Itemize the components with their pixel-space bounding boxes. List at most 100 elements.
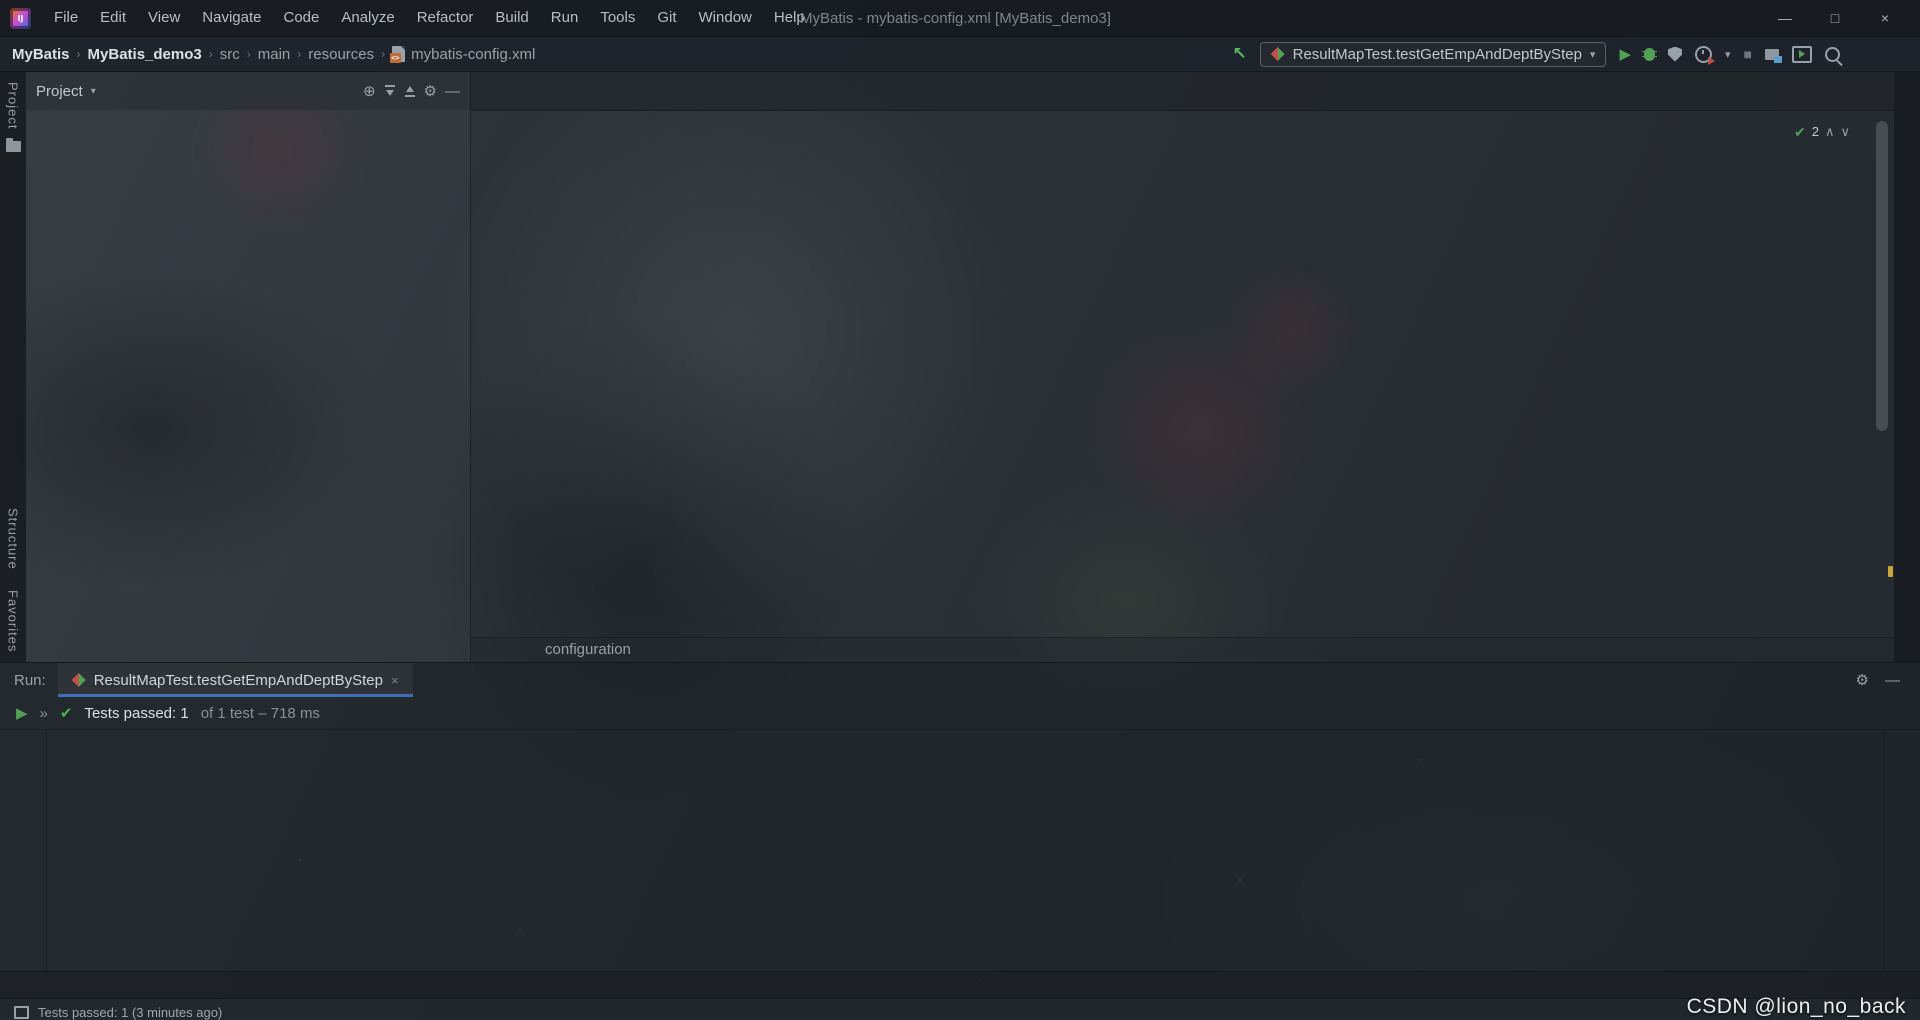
maximize-icon[interactable]: □ [1810,0,1860,36]
breadcrumb-separator: › [247,47,251,61]
intellij-logo-icon: IJ [10,8,31,29]
next-problem-icon[interactable]: ∨ [1840,119,1850,145]
close-icon[interactable]: × [391,673,399,688]
menu-view[interactable]: View [137,0,191,36]
expand-all-icon[interactable] [384,85,396,97]
code-editor[interactable]: ✔ 2 ∧ ∨ [471,111,1894,637]
chevron-down-icon: ▾ [1590,48,1596,61]
stop-icon[interactable]: ■ [1744,46,1752,62]
console-right-toolbar [1883,730,1920,971]
warning-stripe-mark[interactable] [1888,566,1893,577]
run-tab[interactable]: ResultMapTest.testGetEmpAndDeptByStep × [58,663,413,697]
run-window-icon[interactable] [1792,46,1812,63]
inspection-count: 2 [1812,119,1819,145]
console-output [47,730,1883,971]
main-toolbar: MyBatis › MyBatis_demo3 › src › main › resources… [0,36,1920,72]
tool-window-toggle-icon[interactable] [14,1006,29,1019]
xml-file-icon [392,46,405,62]
window-title: MyBatis - mybatis-config.xml [MyBatis_de… [800,10,1111,27]
tests-passed-icon: ✔ [60,704,73,722]
status-message-group: Tests passed: 1 (3 minutes ago) [14,1005,222,1020]
breadcrumb-item[interactable]: MyBatis_demo3 [88,46,202,63]
test-status-row: ▶ » ✔ Tests passed: 1 of 1 test – 718 ms [0,697,1920,730]
editor-breadcrumb[interactable]: configuration [471,637,1894,662]
prev-problem-icon[interactable]: ∧ [1825,119,1835,145]
run-tool-window: Run: ResultMapTest.testGetEmpAndDeptBySt… [0,662,1920,971]
status-message: Tests passed: 1 (3 minutes ago) [38,1005,222,1020]
back-arrow-icon[interactable]: ↖ [1232,44,1246,64]
run-configuration-select[interactable]: ResultMapTest.testGetEmpAndDeptByStep ▾ [1260,42,1607,67]
chevron-down-icon[interactable]: ▾ [91,86,96,97]
menu-edit[interactable]: Edit [89,0,137,36]
tool-button-structure[interactable]: Structure [6,498,21,580]
coverage-icon[interactable] [1668,47,1682,62]
folder-icon[interactable] [6,141,21,152]
main-area: Project StructureFavorites Project ▾ ⊕ ⚙ … [0,72,1920,662]
breadcrumb-item[interactable]: src [220,46,240,63]
run-panel-body [0,730,1920,971]
toolbar-icons: ▶ ▾ ■ [1619,45,1840,63]
tests-passed-detail: of 1 test – 718 ms [201,705,320,722]
breadcrumb-separator: › [209,47,213,61]
test-config-icon [1271,47,1285,61]
menu-run[interactable]: Run [540,0,590,36]
menu-build[interactable]: Build [484,0,539,36]
run-configuration-label: ResultMapTest.testGetEmpAndDeptByStep [1293,46,1582,63]
tool-windows-icon[interactable] [1765,49,1779,60]
locate-file-icon[interactable]: ⊕ [363,82,376,100]
tests-passed-text: Tests passed: 1 [84,705,188,722]
menu-navigate[interactable]: Navigate [191,0,272,36]
menu-git[interactable]: Git [646,0,687,36]
tool-button-project[interactable]: Project [6,72,21,139]
menu-file[interactable]: File [43,0,89,36]
hide-panel-icon[interactable]: — [445,83,460,100]
project-view-title[interactable]: Project [36,83,83,100]
editor-scrollbar[interactable] [1876,121,1888,431]
chevron-down-icon[interactable]: ▾ [1725,48,1731,61]
run-icon[interactable]: ▶ [1619,45,1631,63]
breadcrumb-item[interactable]: resources [308,46,374,63]
inspections-widget[interactable]: ✔ 2 ∧ ∨ [1794,119,1850,145]
gear-icon[interactable]: ⚙ [1856,671,1869,689]
gear-icon[interactable]: ⚙ [424,82,437,100]
window-controls: — □ × [1760,0,1910,36]
right-activity-bar [1894,72,1920,662]
breadcrumb-item[interactable]: main [258,46,291,63]
run-label: Run: [0,663,58,697]
menu-tools[interactable]: Tools [589,0,646,36]
breadcrumb-separator: › [381,47,385,61]
project-panel-header: Project ▾ ⊕ ⚙ — [26,72,470,110]
test-config-icon [72,673,86,687]
ide-window: IJ FileEditViewNavigateCodeAnalyzeRefact… [0,0,1920,1020]
menu-window[interactable]: Window [688,0,763,36]
menu-refactor[interactable]: Refactor [406,0,485,36]
collapse-all-icon[interactable] [404,85,416,97]
breadcrumb-item[interactable]: MyBatis [12,46,70,63]
double-chevron-icon[interactable]: » [40,705,48,722]
profiler-icon[interactable] [1695,46,1712,63]
console-left-toolbar [0,730,47,971]
hide-panel-icon[interactable]: — [1885,672,1900,689]
search-icon[interactable] [1825,47,1840,62]
breadcrumb: MyBatis › MyBatis_demo3 › src › main › resources… [12,46,535,63]
project-panel: Project ▾ ⊕ ⚙ — [26,72,471,662]
debug-icon[interactable] [1644,48,1655,61]
tool-window-bar [0,971,1920,998]
run-icon[interactable]: ▶ [16,704,28,722]
editor-tab-bar [471,72,1894,111]
check-icon: ✔ [1794,119,1806,145]
tool-button-favorites[interactable]: Favorites [6,580,21,662]
breadcrumb-separator: › [297,47,301,61]
editor-area: ✔ 2 ∧ ∨ configuration [471,72,1894,662]
breadcrumb-item[interactable]: mybatis-config.xml [392,46,535,63]
minimize-icon[interactable]: — [1760,0,1810,36]
project-tree [26,110,470,662]
run-panel-header: Run: ResultMapTest.testGetEmpAndDeptBySt… [0,663,1920,697]
menu-code[interactable]: Code [272,0,330,36]
close-icon[interactable]: × [1860,0,1910,36]
breadcrumb-separator: › [77,47,81,61]
menu-bar: IJ FileEditViewNavigateCodeAnalyzeRefact… [0,0,1920,36]
run-panel-tools: ⚙ — [1856,663,1920,697]
menu-analyze[interactable]: Analyze [330,0,405,36]
menu-items: FileEditViewNavigateCodeAnalyzeRefactorB… [43,0,816,36]
